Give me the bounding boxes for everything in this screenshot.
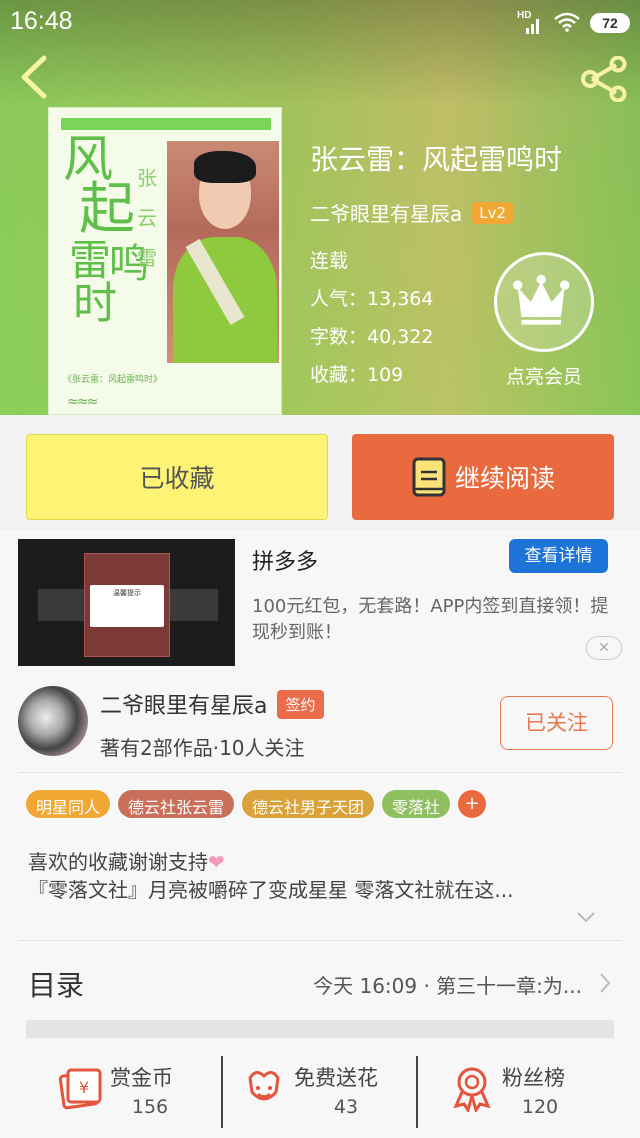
divider — [18, 940, 622, 941]
continue-reading-label: 继续阅读 — [454, 464, 555, 493]
status-bar: 16:48 HD 72 — [0, 0, 640, 44]
word-count-stat: 字数：40,322 — [310, 326, 434, 348]
ad-close-icon[interactable]: ✕ — [586, 636, 622, 660]
cover-top-bar — [61, 118, 271, 130]
follow-button[interactable]: 已关注 — [500, 696, 613, 750]
share-icon[interactable] — [578, 56, 630, 102]
battery-indicator: 72 — [590, 13, 630, 33]
add-tag-button[interactable]: + — [458, 790, 487, 818]
medal-icon — [453, 1067, 491, 1112]
reward-coins-button[interactable]: ¥ 赏金币 156 — [58, 1058, 208, 1128]
chevron-right-icon — [600, 973, 611, 993]
coin-envelope-icon: ¥ — [58, 1068, 102, 1110]
vip-label: 点亮会员 — [505, 366, 582, 388]
ad-description: 100元红包，无套路！APP内签到直接领！提现秒到账！ — [252, 596, 609, 643]
collected-label: 已收藏 — [139, 464, 215, 493]
bottom-action-bar: ¥ 赏金币 156 免费送花 43 粉丝榜 120 — [0, 1048, 640, 1138]
signal-icon — [526, 19, 539, 34]
tag-item[interactable]: 德云社张云雷 — [118, 790, 235, 818]
avatar[interactable] — [18, 686, 88, 756]
cover-char: 起 — [79, 177, 135, 242]
author-works: 著有2部作品·10人关注 — [100, 736, 305, 760]
cover-side-name: 张云雷 — [137, 166, 157, 270]
cover-calligraphy: 风 起 雷 鸣 时 — [63, 134, 181, 329]
book-intro[interactable]: 喜欢的收藏谢谢支持❤ 『零落文社』月亮被嚼碎了变成星星 零落文社就在这... — [28, 848, 618, 904]
popularity-stat: 人气：13,364 — [310, 288, 434, 310]
serial-status: 连载 — [310, 250, 349, 272]
toc-label: 目录 — [28, 969, 85, 1002]
reward-label: 赏金币 — [110, 1066, 173, 1090]
ad-banner[interactable]: 温馨提示 拼多多 查看详情 100元红包，无套路！APP内签到直接领！提现秒到账… — [0, 530, 640, 670]
svg-text:¥: ¥ — [79, 1078, 89, 1097]
author-section: 二爷眼里有星辰a 签约 著有2部作品·10人关注 已关注 明星同人 德云社张云雷… — [0, 670, 640, 1138]
book-icon — [412, 457, 446, 497]
author-row[interactable]: 二爷眼里有星辰a 签约 — [100, 688, 324, 720]
cover-caption: 《张云雷：风起雷鸣时》 — [63, 375, 163, 385]
send-flower-button[interactable]: 免费送花 43 — [240, 1058, 410, 1128]
author-line[interactable]: 二爷眼里有星辰a Lv2 — [310, 198, 514, 227]
book-cover[interactable]: 风 起 雷 鸣 时 张云雷 《张云雷：风起雷鸣时》 ≈≈≈ — [48, 107, 282, 415]
cover-wave-icon: ≈≈≈ — [67, 394, 98, 410]
cover-char: 雷 — [69, 236, 112, 285]
vip-button[interactable]: 点亮会员 — [492, 252, 596, 389]
fans-count: 120 — [521, 1096, 559, 1118]
fans-ranking-button[interactable]: 粉丝榜 120 — [448, 1058, 598, 1128]
flower-count: 43 — [333, 1096, 359, 1118]
flower-label: 免费送花 — [294, 1066, 378, 1090]
divider — [221, 1056, 223, 1128]
divider — [416, 1056, 418, 1128]
fans-label: 粉丝榜 — [502, 1066, 565, 1090]
intro-line-2: 『零落文社』月亮被嚼碎了变成星星 零落文社就在这... — [28, 878, 514, 902]
table-of-contents-row[interactable]: 目录 今天 16:09 · 第三十一章:为... — [28, 960, 612, 1010]
expand-chevron-icon[interactable] — [576, 910, 596, 924]
tag-list: 明星同人 德云社张云雷 德云社男子天团 零落社 + — [26, 790, 487, 818]
continue-reading-button[interactable]: 继续阅读 — [352, 434, 614, 520]
author-name[interactable]: 二爷眼里有星辰a — [310, 198, 462, 227]
tag-item[interactable]: 零落社 — [382, 790, 451, 818]
book-title: 张云雷：风起雷鸣时 — [310, 143, 563, 176]
author-block-name[interactable]: 二爷眼里有星辰a — [100, 688, 267, 720]
heart-icon: ❤ — [208, 850, 225, 874]
wifi-icon — [554, 12, 580, 32]
ad-name: 拼多多 — [252, 550, 319, 575]
status-time: 16:48 — [10, 7, 73, 35]
reward-count: 156 — [131, 1096, 169, 1118]
latest-chapter: 今天 16:09 · 第三十一章:为... — [313, 974, 582, 998]
favorites-stat: 收藏：109 — [310, 364, 404, 386]
ad-detail-button[interactable]: 查看详情 — [509, 539, 608, 573]
intro-line-1: 喜欢的收藏谢谢支持 — [28, 850, 208, 874]
tag-item[interactable]: 明星同人 — [26, 790, 111, 818]
section-strip — [26, 1020, 614, 1038]
ad-dialog-text: 温馨提示 — [90, 585, 164, 627]
signed-badge: 签约 — [277, 689, 324, 719]
collected-button[interactable]: 已收藏 — [26, 434, 328, 520]
flower-icon — [248, 1071, 280, 1101]
cover-photo — [167, 141, 279, 363]
ad-thumbnail[interactable]: 温馨提示 — [18, 539, 235, 666]
crown-icon — [494, 252, 594, 352]
back-icon[interactable] — [16, 54, 52, 100]
level-badge: Lv2 — [472, 201, 514, 224]
cover-char: 时 — [73, 278, 117, 329]
divider — [18, 772, 622, 773]
tag-item[interactable]: 德云社男子天团 — [242, 790, 375, 818]
